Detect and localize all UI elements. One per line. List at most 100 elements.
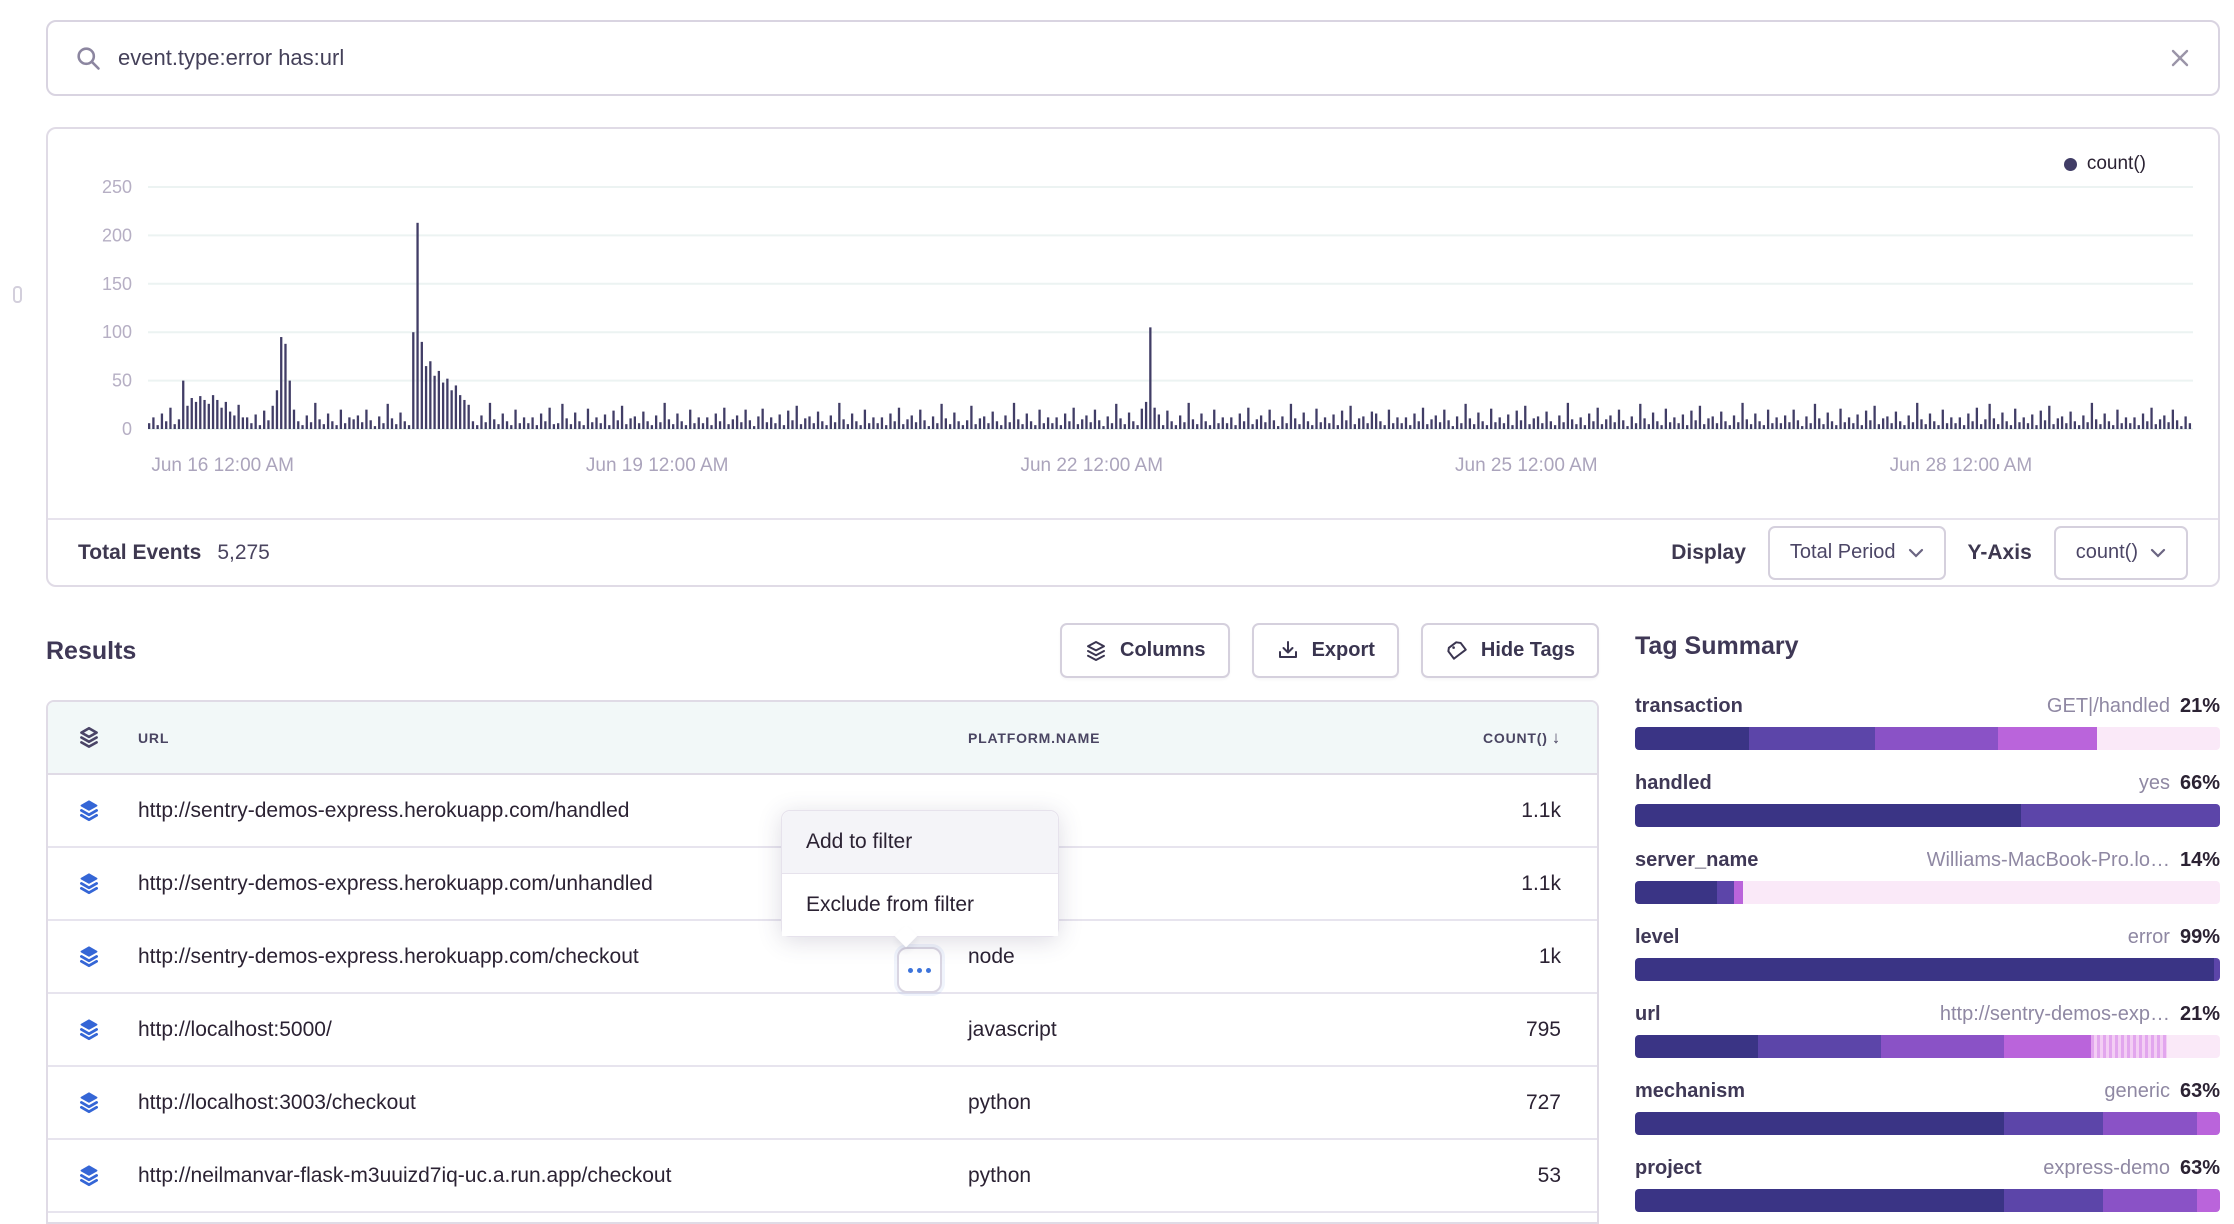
events-chart[interactable]: 250200150100500Jun 16 12:00 AMJun 19 12:…	[48, 129, 2218, 509]
tag-distribution-bar[interactable]	[1635, 1035, 2220, 1058]
tag-top-value: GET|/handled	[2047, 695, 2170, 718]
tag-bar-segment[interactable]	[1881, 1035, 2004, 1058]
tag-bar-segment[interactable]	[2214, 958, 2220, 981]
url-cell[interactable]: http://localhost:3003/checkout	[138, 1091, 968, 1115]
legend-dot-icon	[2064, 158, 2077, 171]
platform-cell[interactable]: javascript	[968, 1018, 1298, 1042]
y-axis-tick: 250	[102, 177, 132, 197]
menu-item-add-to-filter[interactable]: Add to filter	[782, 811, 1058, 873]
yaxis-dropdown[interactable]: count()	[2054, 526, 2188, 580]
tag-distribution-bar[interactable]	[1635, 727, 2220, 750]
discover-page: event.type:error has:url 250200150100500…	[0, 0, 2234, 1224]
layers-icon	[76, 798, 102, 824]
table-row[interactable]: http://neilmanvar-flask-m3uuizd7iq-uc.a.…	[48, 1140, 1597, 1213]
search-bar[interactable]: event.type:error has:url	[46, 20, 2220, 96]
hide-tags-button[interactable]: Hide Tags	[1421, 623, 1599, 678]
url-cell[interactable]: http://sentry-demos-express.herokuapp.co…	[138, 945, 968, 969]
layers-icon[interactable]	[76, 725, 102, 751]
tag-top-percent: 99%	[2180, 926, 2220, 949]
tag-bar-segment[interactable]	[1717, 881, 1735, 904]
columns-button[interactable]: Columns	[1060, 623, 1230, 678]
tag-bar-segment[interactable]	[2004, 1112, 2103, 1135]
tag-name: transaction	[1635, 695, 1743, 718]
tag-name: project	[1635, 1157, 1702, 1180]
sidebar-drag-handle[interactable]	[13, 286, 22, 303]
tag-name: url	[1635, 1003, 1661, 1026]
tag-distribution-bar[interactable]	[1635, 1112, 2220, 1135]
tag-distribution-bar[interactable]	[1635, 881, 2220, 904]
chart-footer: Total Events 5,275 Display Total Period …	[48, 518, 2218, 585]
chart-legend[interactable]: count()	[2064, 153, 2146, 175]
search-input[interactable]: event.type:error has:url	[118, 45, 2168, 71]
count-cell[interactable]: 727	[1298, 1091, 1561, 1115]
legend-label: count()	[2087, 153, 2146, 175]
table-row[interactable]: http://localhost:3003/checkoutpython727	[48, 1067, 1597, 1140]
export-button[interactable]: Export	[1252, 623, 1399, 678]
column-header-count[interactable]: COUNT()↓	[1298, 728, 1561, 748]
tag-bar-segment[interactable]	[1758, 1035, 1881, 1058]
tag-bar-segment[interactable]	[1635, 1035, 1758, 1058]
url-cell[interactable]: http://localhost:5000/	[138, 1018, 968, 1042]
tag-name: server_name	[1635, 849, 1758, 872]
y-axis-tick: 100	[102, 322, 132, 342]
tag-bar-segment[interactable]	[2021, 804, 2220, 827]
tag-bar-segment[interactable]	[1734, 881, 1743, 904]
url-cell[interactable]: http://neilmanvar-flask-m3uuizd7iq-uc.a.…	[138, 1164, 968, 1188]
tag-bar-segment[interactable]	[1635, 804, 2021, 827]
platform-cell[interactable]: python	[968, 1091, 1298, 1115]
tag-bar-segment[interactable]	[2004, 1189, 2103, 1212]
column-header-platform[interactable]: PLATFORM.NAME	[968, 730, 1298, 746]
tag-bar-segment[interactable]	[1998, 727, 2097, 750]
tag-bar-segment[interactable]	[1749, 727, 1875, 750]
tag-item-mechanism: mechanismgeneric63%	[1635, 1080, 2220, 1135]
count-cell[interactable]: 53	[1298, 1164, 1561, 1188]
tag-top-percent: 63%	[2180, 1080, 2220, 1103]
tag-bar-segment[interactable]	[1635, 1112, 2004, 1135]
display-dropdown[interactable]: Total Period	[1768, 526, 1946, 580]
tag-bar-segment[interactable]	[1635, 958, 2214, 981]
layers-icon	[1084, 639, 1108, 663]
hide-tags-button-label: Hide Tags	[1481, 639, 1575, 662]
tag-bar-segment[interactable]	[2004, 1035, 2092, 1058]
x-axis-tick: Jun 19 12:00 AM	[586, 455, 729, 476]
tag-bar-segment[interactable]	[1635, 881, 1717, 904]
tag-top-percent: 66%	[2180, 772, 2220, 795]
count-cell[interactable]: 1.1k	[1298, 872, 1561, 896]
dot-icon	[926, 968, 931, 973]
clear-search-icon[interactable]	[2168, 46, 2192, 70]
tag-bar-segment[interactable]	[2103, 1112, 2197, 1135]
cell-actions-button[interactable]	[897, 947, 942, 993]
display-label: Display	[1671, 541, 1746, 565]
menu-item-exclude-from-filter[interactable]: Exclude from filter	[782, 874, 1058, 936]
tag-top-value: yes	[2139, 772, 2170, 795]
layers-icon	[76, 944, 102, 970]
platform-cell[interactable]: node	[968, 945, 1298, 969]
tag-bar-segment[interactable]	[2197, 1189, 2220, 1212]
tag-distribution-bar[interactable]	[1635, 1189, 2220, 1212]
count-cell[interactable]: 1k	[1298, 945, 1561, 969]
tag-bar-segment[interactable]	[1635, 1189, 2004, 1212]
tag-bar-segment[interactable]	[2167, 1035, 2220, 1058]
tag-bar-segment[interactable]	[1875, 727, 1998, 750]
count-cell[interactable]: 1.1k	[1298, 799, 1561, 823]
tag-bar-segment[interactable]	[2091, 1035, 2167, 1058]
tag-distribution-bar[interactable]	[1635, 958, 2220, 981]
yaxis-dropdown-value: count()	[2076, 541, 2138, 564]
tag-item-server_name: server_nameWilliams-MacBook-Pro.lo…14%	[1635, 849, 2220, 904]
columns-button-label: Columns	[1120, 639, 1206, 662]
column-header-url[interactable]: URL	[138, 730, 968, 746]
platform-cell[interactable]: python	[968, 1164, 1298, 1188]
tag-item-url: urlhttp://sentry-demos-exp…21%	[1635, 1003, 2220, 1058]
download-icon	[1276, 639, 1300, 663]
tag-bar-segment[interactable]	[1743, 881, 2220, 904]
count-cell[interactable]: 795	[1298, 1018, 1561, 1042]
tag-bar-segment[interactable]	[2103, 1189, 2197, 1212]
dot-icon	[917, 968, 922, 973]
tag-bar-segment[interactable]	[1635, 727, 1749, 750]
tag-distribution-bar[interactable]	[1635, 804, 2220, 827]
tag-bar-segment[interactable]	[2097, 727, 2220, 750]
table-row[interactable]: http://localhost:5000/javascript795	[48, 994, 1597, 1067]
tag-summary-title: Tag Summary	[1635, 632, 2220, 661]
tag-item-level: levelerror99%	[1635, 926, 2220, 981]
tag-bar-segment[interactable]	[2197, 1112, 2220, 1135]
